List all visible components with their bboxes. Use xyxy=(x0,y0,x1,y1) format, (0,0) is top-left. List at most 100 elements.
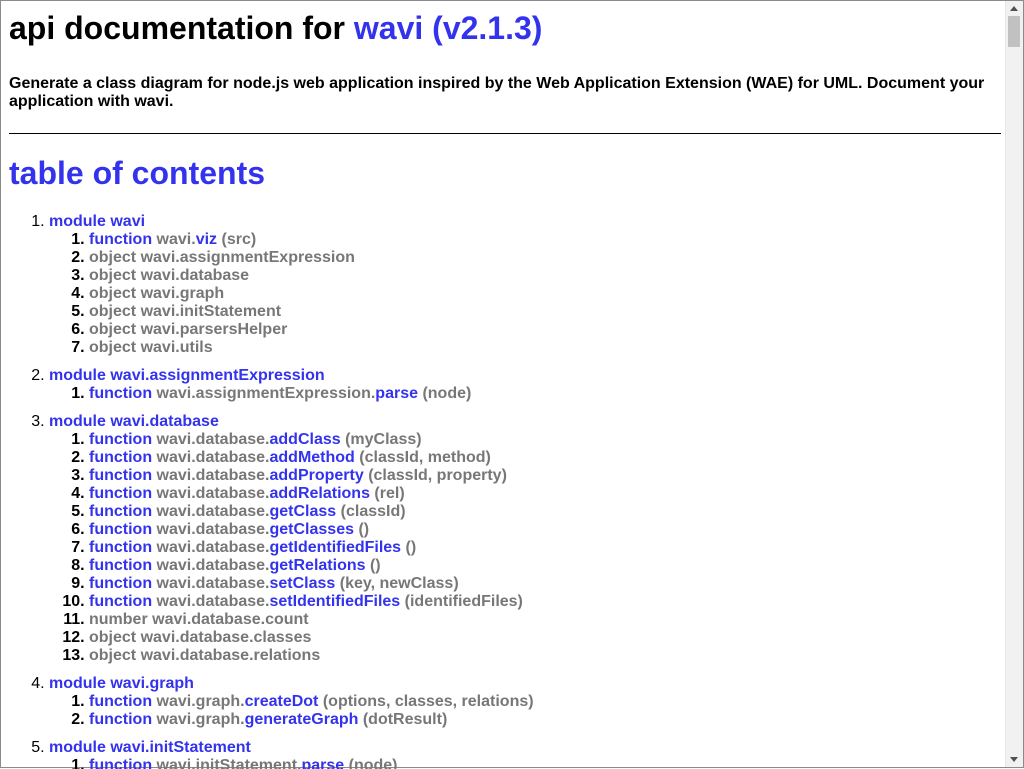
member-prefix: wavi.database. xyxy=(156,449,270,466)
toc-member-item: function wavi.database.getClasses () xyxy=(89,521,1001,539)
function-link[interactable]: function wavi.database.setClass (key, ne… xyxy=(89,575,459,592)
member-kind: function xyxy=(89,503,153,520)
page-title: api documentation for wavi (v2.1.3) xyxy=(9,10,1001,46)
member-kind: object xyxy=(89,303,137,320)
page-content: api documentation for wavi (v2.1.3) Gene… xyxy=(9,1,1001,769)
function-link[interactable]: function wavi.viz (src) xyxy=(89,231,256,248)
function-link[interactable]: function wavi.database.getClass (classId… xyxy=(89,503,406,520)
member-args: (key, newClass) xyxy=(339,575,459,592)
member-prefix: wavi.database. xyxy=(156,485,270,502)
module-link[interactable]: module wavi.database xyxy=(49,413,219,430)
function-link[interactable]: function wavi.assignmentExpression.parse… xyxy=(89,385,471,402)
member-kind: object xyxy=(89,267,137,284)
member-name: wavi.database.classes xyxy=(140,629,312,646)
member-args: () xyxy=(369,557,381,574)
function-link[interactable]: function wavi.database.getIdentifiedFile… xyxy=(89,539,416,556)
member-args: () xyxy=(405,539,417,556)
module-name: wavi.graph xyxy=(110,675,194,692)
member-kind: function xyxy=(89,693,153,710)
page-title-prefix: api documentation for xyxy=(9,10,354,46)
member-name: getIdentifiedFiles xyxy=(269,539,402,556)
toc-member-item: function wavi.database.addMethod (classI… xyxy=(89,449,1001,467)
member-prefix: wavi. xyxy=(156,231,196,248)
function-link[interactable]: function wavi.database.getClasses () xyxy=(89,521,369,538)
module-members-list: function wavi.graph.createDot (options, … xyxy=(49,693,1001,729)
member-prefix: wavi.database. xyxy=(156,431,270,448)
toc-member-item: object wavi.database.classes xyxy=(89,629,1001,647)
scroll-up-arrow-icon[interactable] xyxy=(1006,1,1023,15)
toc-member-item: function wavi.database.setIdentifiedFile… xyxy=(89,593,1001,611)
toc-member-item: object wavi.parsersHelper xyxy=(89,321,1001,339)
member-kind: object xyxy=(89,285,137,302)
module-kind: module xyxy=(49,675,106,692)
toc-member-item: number wavi.database.count xyxy=(89,611,1001,629)
member-kind: function xyxy=(89,557,153,574)
member-name: wavi.graph xyxy=(140,285,225,302)
member-name: addMethod xyxy=(269,449,355,466)
member-args: (classId) xyxy=(340,503,406,520)
member-args: (rel) xyxy=(374,485,405,502)
member-kind: number xyxy=(89,611,148,628)
member-name: addClass xyxy=(269,431,341,448)
vertical-scrollbar[interactable] xyxy=(1005,1,1023,767)
toc-member-item: function wavi.viz (src) xyxy=(89,231,1001,249)
member-args: (myClass) xyxy=(345,431,422,448)
member-kind: function xyxy=(89,431,153,448)
toc-module-item: module wavifunction wavi.viz (src) object… xyxy=(49,213,1001,357)
module-kind: module xyxy=(49,213,106,230)
module-link[interactable]: module wavi xyxy=(49,213,145,230)
member-args: (dotResult) xyxy=(362,711,448,728)
function-link[interactable]: function wavi.database.getRelations () xyxy=(89,557,381,574)
toc-member-item: function wavi.database.getClass (classId… xyxy=(89,503,1001,521)
function-link[interactable]: function wavi.graph.createDot (options, … xyxy=(89,693,534,710)
member-prefix: wavi.assignmentExpression. xyxy=(156,385,376,402)
toc-module-item: module wavi.databasefunction wavi.databa… xyxy=(49,413,1001,665)
member-name: addProperty xyxy=(269,467,364,484)
function-link[interactable]: function wavi.database.addRelations (rel… xyxy=(89,485,405,502)
function-link[interactable]: function wavi.graph.generateGraph (dotRe… xyxy=(89,711,447,728)
module-link[interactable]: module wavi.graph xyxy=(49,675,194,692)
member-kind: function xyxy=(89,757,153,769)
module-name: wavi.assignmentExpression xyxy=(110,367,325,384)
package-version-link[interactable]: wavi (v2.1.3) xyxy=(354,10,543,46)
scroll-down-arrow-icon[interactable] xyxy=(1006,753,1023,767)
module-kind: module xyxy=(49,367,106,384)
member-name: getRelations xyxy=(269,557,366,574)
member-prefix: wavi.database. xyxy=(156,575,270,592)
member-prefix: wavi.database. xyxy=(156,503,270,520)
member-kind: function xyxy=(89,539,153,556)
member-name: addRelations xyxy=(269,485,370,502)
module-link[interactable]: module wavi.initStatement xyxy=(49,739,251,756)
member-name: getClasses xyxy=(269,521,355,538)
member-kind: object xyxy=(89,647,137,664)
toc-member-item: function wavi.initStatement.parse (node) xyxy=(89,757,1001,769)
member-name: getClass xyxy=(269,503,337,520)
function-link[interactable]: function wavi.database.setIdentifiedFile… xyxy=(89,593,523,610)
member-name: wavi.database xyxy=(140,267,250,284)
member-prefix: wavi.graph. xyxy=(156,711,245,728)
module-members-list: function wavi.database.addClass (myClass… xyxy=(49,431,1001,665)
member-args: (node) xyxy=(348,757,398,769)
member-kind: function xyxy=(89,231,153,248)
member-name: wavi.database.relations xyxy=(140,647,321,664)
member-args: (classId, property) xyxy=(368,467,507,484)
toc-member-item: function wavi.database.addClass (myClass… xyxy=(89,431,1001,449)
member-kind: object xyxy=(89,629,137,646)
function-link[interactable]: function wavi.database.addProperty (clas… xyxy=(89,467,507,484)
module-kind: module xyxy=(49,739,106,756)
function-link[interactable]: function wavi.database.addMethod (classI… xyxy=(89,449,491,466)
member-prefix: wavi.database. xyxy=(156,467,270,484)
member-prefix: wavi.initStatement. xyxy=(156,757,302,769)
member-args: (classId, method) xyxy=(359,449,491,466)
member-kind: function xyxy=(89,485,153,502)
function-link[interactable]: function wavi.database.addClass (myClass… xyxy=(89,431,422,448)
function-link[interactable]: function wavi.initStatement.parse (node) xyxy=(89,757,398,769)
module-link[interactable]: module wavi.assignmentExpression xyxy=(49,367,325,384)
member-prefix: wavi.database. xyxy=(156,593,270,610)
scrollbar-thumb[interactable] xyxy=(1008,16,1020,47)
toc-member-item: function wavi.database.getRelations () xyxy=(89,557,1001,575)
toc-member-item: function wavi.graph.generateGraph (dotRe… xyxy=(89,711,1001,729)
toc-member-item: function wavi.database.addProperty (clas… xyxy=(89,467,1001,485)
member-kind: function xyxy=(89,593,153,610)
toc-member-item: object wavi.database.relations xyxy=(89,647,1001,665)
